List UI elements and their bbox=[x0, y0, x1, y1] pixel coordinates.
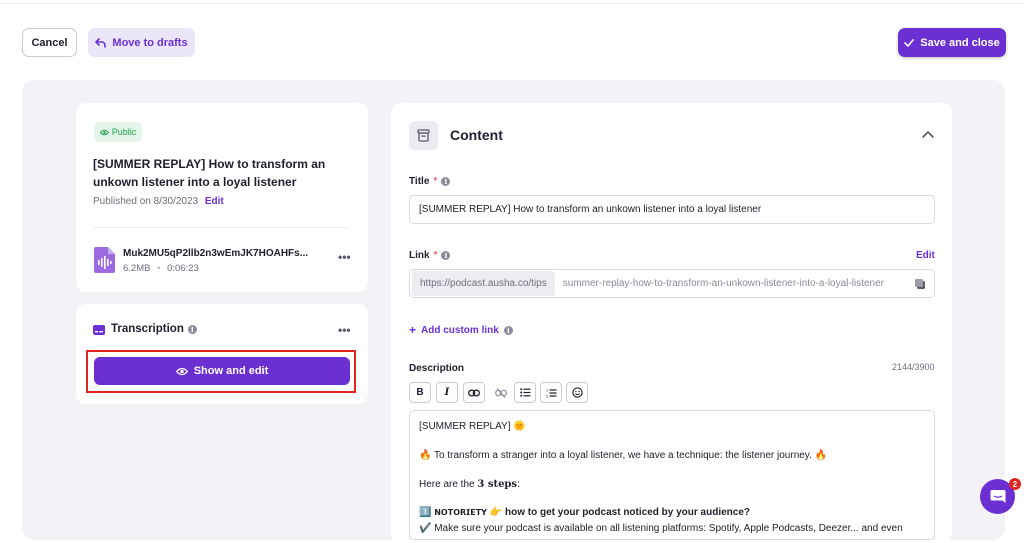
title-input[interactable]: [SUMMER REPLAY] How to transform an unko… bbox=[409, 195, 935, 224]
show-and-edit-button[interactable]: Show and edit bbox=[94, 357, 350, 385]
content-section-icon bbox=[409, 121, 438, 150]
description-bold-text: 3 steps bbox=[477, 479, 518, 490]
bullet-list-icon bbox=[519, 388, 530, 397]
chat-icon bbox=[990, 490, 1005, 503]
cancel-label: Cancel bbox=[31, 36, 68, 49]
description-editor[interactable]: [SUMMER REPLAY] 🌞 🔥 To transform a stran… bbox=[409, 410, 935, 540]
unlink-button[interactable] bbox=[490, 382, 512, 403]
episode-title: [SUMMER REPLAY] How to transform an unko… bbox=[93, 157, 326, 189]
notoriety-tag: 𝗡𝗢𝗧𝗢𝗥𝗜𝗘𝗧𝗬 bbox=[434, 508, 487, 517]
numbered-list-icon: 12 bbox=[546, 388, 556, 398]
check-icon bbox=[904, 38, 915, 47]
file-more-icon[interactable]: ••• bbox=[338, 250, 351, 264]
audio-file-icon bbox=[94, 247, 115, 273]
audio-file-name: Muk2MU5qP2llb2n3wEmJK7HOAHFs... bbox=[123, 248, 309, 259]
audio-file-meta: 6.2MB • 0:06:23 bbox=[123, 263, 199, 274]
edit-date-link[interactable]: Edit bbox=[205, 196, 224, 207]
character-counter: 2144/3900 bbox=[892, 362, 935, 372]
published-date-text: Published on 8/30/2023 bbox=[93, 196, 199, 207]
svg-text:2: 2 bbox=[546, 394, 548, 398]
eye-icon bbox=[99, 129, 109, 135]
add-custom-link-button[interactable]: + Add custom link i bbox=[409, 323, 513, 337]
description-line: 1️⃣ 𝗡𝗢𝗧𝗢𝗥𝗜𝗘𝗧𝗬 👉 how to get your podcast … bbox=[419, 507, 750, 518]
top-divider bbox=[0, 0, 1024, 4]
edit-link-button[interactable]: Edit bbox=[916, 250, 935, 261]
bold-button[interactable]: B bbox=[409, 382, 431, 403]
public-badge: Public bbox=[94, 122, 142, 142]
public-badge-label: Public bbox=[111, 127, 137, 137]
description-line: Here are the 3 steps: bbox=[419, 479, 520, 490]
file-duration: 0:06:23 bbox=[167, 263, 199, 274]
info-icon[interactable]: i bbox=[441, 251, 451, 260]
eye-icon bbox=[175, 367, 188, 375]
notification-badge: 2 bbox=[1009, 478, 1021, 490]
description-bold-text: how to get your podcast noticed by your … bbox=[504, 507, 751, 518]
move-to-drafts-label: Move to drafts bbox=[112, 36, 188, 49]
link-label-text: Link bbox=[409, 250, 430, 261]
save-and-close-label: Save and close bbox=[920, 36, 1000, 49]
file-size: 6.2MB bbox=[123, 263, 151, 274]
description-text: Here are the bbox=[419, 479, 478, 490]
italic-button[interactable]: I bbox=[436, 382, 458, 403]
content-heading: Content bbox=[450, 127, 503, 143]
smiley-icon bbox=[571, 387, 583, 398]
link-field-label: Link * i bbox=[409, 250, 451, 261]
numbered-list-button[interactable]: 12 bbox=[540, 382, 562, 403]
transcription-icon bbox=[93, 325, 105, 335]
transcription-title: Transcription i bbox=[111, 323, 197, 335]
title-label-text: Title bbox=[409, 176, 430, 187]
bold-icon: B bbox=[416, 387, 424, 398]
transcription-title-text: Transcription bbox=[111, 323, 184, 335]
link-slug: summer-replay-how-to-transform-an-unkown… bbox=[562, 278, 884, 289]
info-icon[interactable]: i bbox=[441, 177, 451, 186]
link-icon bbox=[468, 389, 480, 396]
transcription-more-icon[interactable]: ••• bbox=[338, 323, 351, 337]
description-text: : bbox=[517, 479, 520, 490]
link-prefix: https://podcast.ausha.co/tips bbox=[412, 271, 555, 296]
link-button[interactable] bbox=[463, 382, 485, 403]
cancel-button[interactable]: Cancel bbox=[22, 28, 77, 57]
svg-text:1: 1 bbox=[546, 388, 548, 392]
emoji-button[interactable] bbox=[566, 382, 588, 403]
description-line: [SUMMER REPLAY] 🌞 bbox=[419, 421, 526, 432]
move-to-drafts-button[interactable]: Move to drafts bbox=[88, 28, 195, 57]
description-line: 🔥 To transform a stranger into a loyal l… bbox=[419, 450, 828, 461]
required-marker: * bbox=[433, 250, 438, 261]
bullet-list-button[interactable] bbox=[514, 382, 536, 403]
chevron-up-icon[interactable] bbox=[921, 128, 935, 142]
pointing-hand-icon: 👉 bbox=[489, 507, 503, 518]
save-and-close-button[interactable]: Save and close bbox=[898, 28, 1006, 57]
meta-dot: • bbox=[157, 263, 161, 274]
description-label-text: Description bbox=[409, 363, 465, 374]
episode-divider bbox=[93, 227, 349, 228]
info-icon[interactable]: i bbox=[187, 324, 197, 334]
number-one-emoji: 1️⃣ bbox=[419, 507, 432, 518]
add-custom-link-label: Add custom link bbox=[421, 324, 499, 336]
link-input[interactable]: https://podcast.ausha.co/tips summer-rep… bbox=[409, 269, 935, 298]
title-input-value: [SUMMER REPLAY] How to transform an unko… bbox=[419, 204, 762, 215]
archive-icon bbox=[417, 129, 430, 142]
undo-arrow-icon bbox=[95, 37, 107, 48]
required-marker: * bbox=[433, 176, 438, 187]
italic-icon: I bbox=[444, 387, 450, 398]
info-icon[interactable]: i bbox=[503, 325, 513, 335]
description-line: ✔️ Make sure your podcast is available o… bbox=[419, 523, 903, 534]
plus-icon: + bbox=[409, 323, 417, 337]
copy-icon[interactable] bbox=[914, 278, 926, 290]
unlink-icon bbox=[495, 387, 507, 398]
title-field-label: Title * i bbox=[409, 176, 451, 187]
published-date: Published on 8/30/2023 Edit bbox=[93, 196, 224, 207]
show-and-edit-label: Show and edit bbox=[193, 365, 269, 377]
description-field-label: Description bbox=[409, 363, 464, 374]
